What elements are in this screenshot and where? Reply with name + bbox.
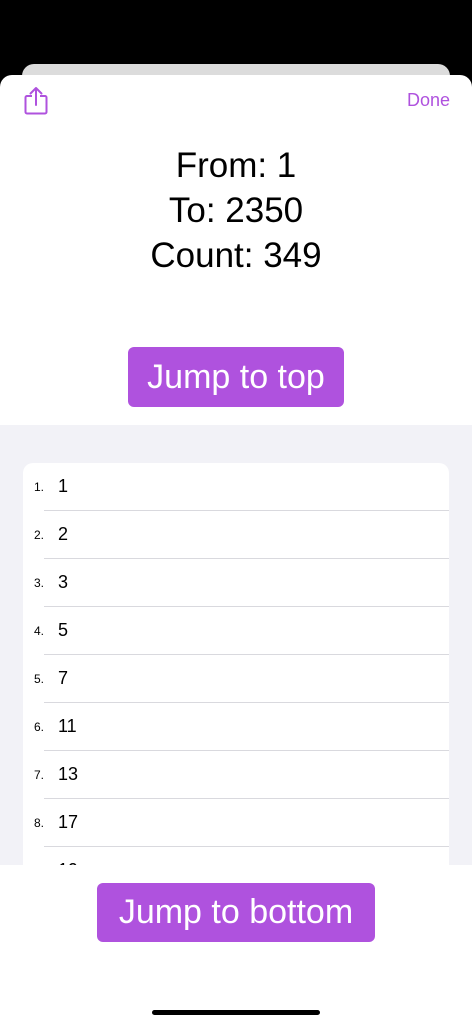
list-item-index: 4. bbox=[34, 624, 45, 638]
home-indicator[interactable] bbox=[152, 1010, 320, 1015]
list-item-index: 6. bbox=[34, 720, 45, 734]
list-item-index: 8. bbox=[34, 816, 45, 830]
done-button[interactable]: Done bbox=[407, 90, 450, 111]
share-icon bbox=[24, 87, 48, 115]
from-label: From: 1 bbox=[175, 146, 297, 185]
list-item-value: 13 bbox=[58, 764, 79, 784]
jump-to-bottom-button[interactable]: Jump to bottom bbox=[97, 883, 375, 942]
list-item-value: 3 bbox=[58, 572, 69, 592]
list-item-value: 1 bbox=[58, 476, 69, 496]
list-item-index: 2. bbox=[34, 528, 45, 542]
list-item[interactable]: 6. 11 bbox=[23, 703, 449, 751]
list-item-value: 7 bbox=[58, 668, 69, 688]
modal-sheet: Done From: 1 To: 2350 Count: 349 Jump to… bbox=[0, 75, 472, 1024]
bottom-bar: Jump to bottom bbox=[0, 865, 472, 1024]
list-item[interactable]: 4. 5 bbox=[23, 607, 449, 655]
to-label: To: 2350 bbox=[168, 191, 304, 230]
list-item-value: 17 bbox=[58, 812, 79, 832]
list-item-index: 7. bbox=[34, 768, 45, 782]
list-item-value: 5 bbox=[58, 620, 69, 640]
share-button[interactable] bbox=[22, 85, 50, 117]
list-item[interactable]: 3. 3 bbox=[23, 559, 449, 607]
list-item-index: 3. bbox=[34, 576, 45, 590]
number-list[interactable]: 1. 1 2. 2 3. 3 4. 5 5. 7 6. 11 7. 13 8. … bbox=[23, 463, 449, 865]
list-area[interactable]: 1. 1 2. 2 3. 3 4. 5 5. 7 6. 11 7. 13 8. … bbox=[0, 425, 472, 865]
list-item[interactable]: 5. 7 bbox=[23, 655, 449, 703]
list-item-index: 5. bbox=[34, 672, 45, 686]
jump-to-top-button[interactable]: Jump to top bbox=[128, 347, 344, 407]
list-item[interactable]: 8. 17 bbox=[23, 799, 449, 847]
list-item[interactable]: 2. 2 bbox=[23, 511, 449, 559]
list-item[interactable]: 1. 1 bbox=[23, 463, 449, 511]
list-item-value: 2 bbox=[58, 524, 69, 544]
stats-panel: From: 1 To: 2350 Count: 349 bbox=[0, 143, 472, 278]
list-item[interactable]: 7. 13 bbox=[23, 751, 449, 799]
list-item-value: 11 bbox=[58, 716, 77, 736]
list-item[interactable]: 9. 19 bbox=[23, 847, 449, 865]
count-label: Count: 349 bbox=[150, 236, 322, 275]
list-item-index: 1. bbox=[34, 480, 45, 494]
